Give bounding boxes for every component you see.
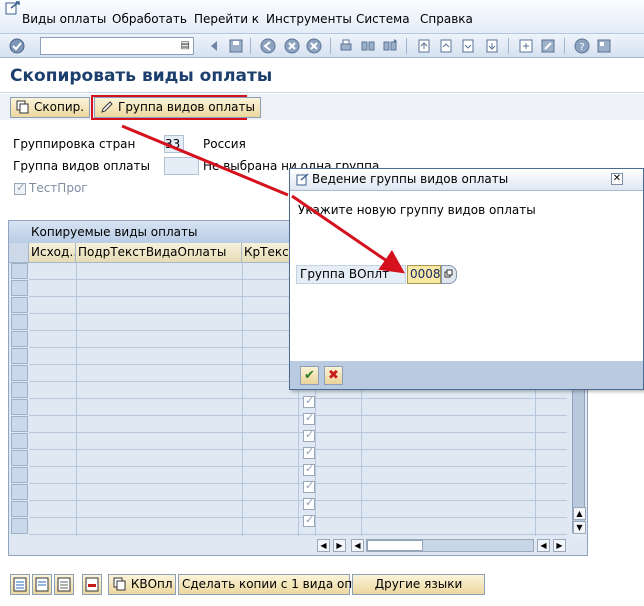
copy-from-one-wagetype-button[interactable]: Сделать копии с 1 вида опл...	[178, 574, 371, 595]
select-all-icon	[13, 577, 27, 592]
arrow-line-2	[291, 194, 405, 274]
delete-row-icon	[85, 577, 99, 592]
other-languages-button[interactable]: Другие языки	[352, 574, 485, 595]
copy-icon	[113, 577, 126, 591]
deselect-all-button[interactable]	[54, 574, 74, 595]
kvopl-button[interactable]: КВОпл	[108, 574, 176, 595]
other-languages-label: Другие языки	[374, 577, 463, 591]
delete-row-button[interactable]	[82, 574, 102, 595]
select-all-rows-button[interactable]	[10, 574, 30, 595]
copy-from-one-label: Сделать копии с 1 вида опл...	[182, 577, 372, 591]
arrow-line-1	[121, 124, 289, 197]
deselect-all-icon	[57, 577, 71, 592]
kvopl-button-label: КВОпл	[130, 577, 173, 591]
select-block-button[interactable]	[32, 574, 52, 595]
annotation-arrows	[121, 124, 405, 274]
select-block-icon	[35, 577, 49, 592]
